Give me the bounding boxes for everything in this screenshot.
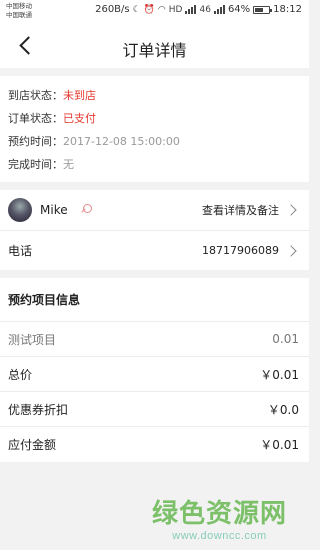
- status-bar: 中国移动 中国联通 260B/s ☾ ⏰ ◠ HD 46 64% 18:12: [0, 0, 309, 24]
- signal-icon-2: [213, 5, 225, 14]
- item-value: 0.01: [272, 332, 299, 346]
- page-title: 订单详情: [122, 41, 187, 60]
- item-row-test: 测试项目 0.01: [0, 322, 309, 357]
- pin-icon: [80, 204, 92, 216]
- coupon-value: ￥0.0: [267, 402, 299, 417]
- battery-icon: [253, 5, 273, 14]
- order-status-label: 订单状态：: [8, 112, 63, 125]
- hd-icon: HD: [168, 4, 183, 15]
- network-speed: 260B/s: [95, 4, 130, 15]
- watermark-url: www.downcc.com: [172, 530, 267, 542]
- clock: 18:12: [273, 4, 302, 15]
- arrival-status-value: 未到店: [63, 89, 96, 102]
- chevron-right-icon: [285, 244, 299, 258]
- items-card: 预约项目信息 测试项目 0.01 总价 ￥0.01 优惠券折扣 ￥0.0 应付金…: [0, 278, 309, 462]
- alarm-icon: ⏰: [143, 4, 155, 15]
- phone-label: 电话: [8, 244, 33, 258]
- payable-value: ￥0.01: [260, 438, 299, 452]
- avatar: [8, 198, 32, 222]
- customer-name: Mike: [40, 203, 68, 217]
- finish-time-value: 无: [63, 158, 74, 171]
- order-status-card: 到店状态：未到店 订单状态：已支付 预约时间：2017-12-08 15:00:…: [0, 76, 309, 182]
- reserve-time-value: 2017-12-08 15:00:00: [63, 135, 180, 148]
- reserve-time-row: 预约时间：2017-12-08 15:00:00: [8, 130, 301, 153]
- phone-row[interactable]: 电话 18717906089: [0, 230, 309, 270]
- carrier-2: 中国联通: [6, 11, 32, 19]
- total-value: ￥0.01: [260, 367, 299, 382]
- wifi-icon: ◠: [157, 4, 166, 15]
- item-row-payable: 应付金额 ￥0.01: [0, 427, 309, 462]
- battery-percent: 64%: [227, 4, 251, 15]
- view-details-link[interactable]: 查看详情及备注: [202, 202, 279, 218]
- carrier-names: 中国移动 中国联通: [6, 2, 32, 20]
- customer-row[interactable]: Mike 查看详情及备注: [0, 190, 309, 230]
- watermark: 绿色资源网 www.downcc.com: [152, 493, 287, 542]
- signal-icon: [185, 5, 197, 14]
- order-status-row: 订单状态：已支付: [8, 107, 301, 130]
- item-row-coupon: 优惠券折扣 ￥0.0: [0, 392, 309, 427]
- nav-header: 订单详情: [0, 24, 309, 68]
- arrival-status-row: 到店状态：未到店: [8, 84, 301, 107]
- phone-value[interactable]: 18717906089: [202, 244, 279, 257]
- carrier-1: 中国移动: [6, 2, 32, 10]
- moon-icon: ☾: [132, 4, 141, 15]
- customer-card: Mike 查看详情及备注 电话 18717906089: [0, 190, 309, 270]
- payable-label: 应付金额: [8, 438, 57, 452]
- coupon-label: 优惠券折扣: [8, 402, 69, 417]
- total-label: 总价: [8, 367, 33, 382]
- reserve-time-label: 预约时间：: [8, 135, 63, 148]
- status-indicators: 260B/s ☾ ⏰ ◠ HD 46 64% 18:12: [95, 4, 302, 15]
- arrival-status-label: 到店状态：: [8, 89, 63, 102]
- item-row-total: 总价 ￥0.01: [0, 357, 309, 392]
- finish-time-label: 完成时间：: [8, 158, 63, 171]
- signal-type: 46: [199, 4, 211, 15]
- section-title: 预约项目信息: [0, 278, 309, 322]
- item-label: 测试项目: [8, 332, 57, 347]
- watermark-text: 绿色资源网: [151, 499, 287, 529]
- chevron-right-icon: [285, 203, 299, 217]
- order-status-value: 已支付: [63, 112, 96, 125]
- finish-time-row: 完成时间：无: [8, 153, 301, 176]
